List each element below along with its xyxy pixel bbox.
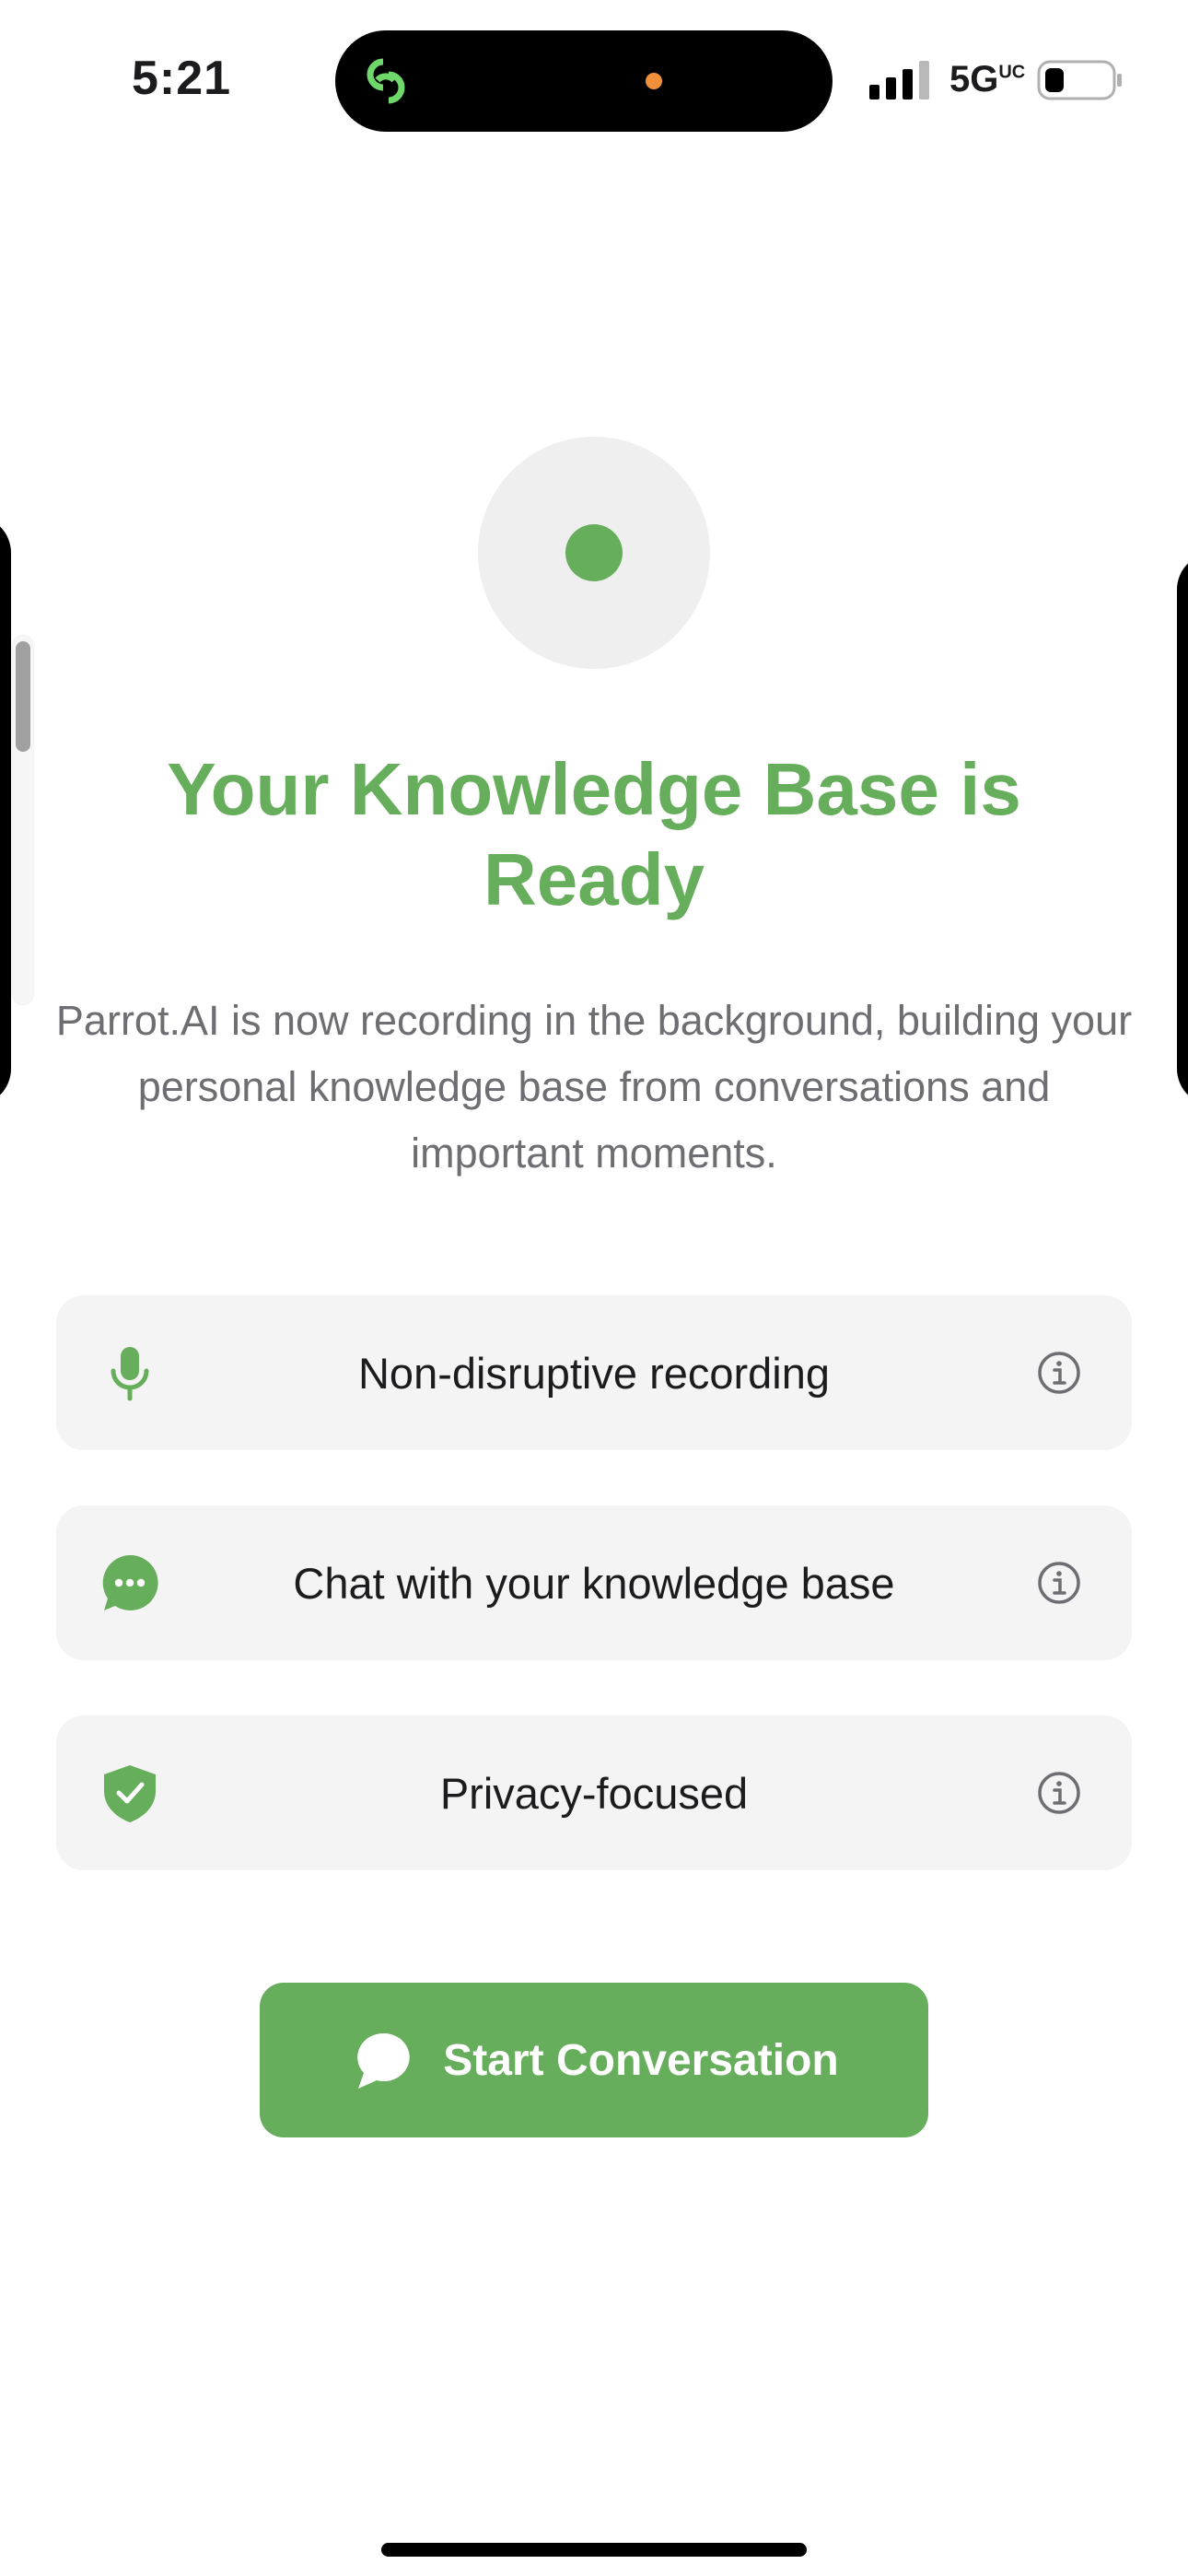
scrollbar-thumb[interactable] bbox=[16, 641, 30, 752]
feature-card-chat: Chat with your knowledge base bbox=[56, 1505, 1132, 1660]
feature-card-recording: Non-disruptive recording bbox=[56, 1295, 1132, 1450]
feature-label: Chat with your knowledge base bbox=[293, 1558, 895, 1608]
cellular-signal-icon bbox=[869, 61, 929, 100]
linked-rings-icon bbox=[367, 58, 405, 104]
edge-shadow-right bbox=[1177, 553, 1188, 1106]
recording-dot-icon bbox=[565, 524, 623, 581]
feature-label: Non-disruptive recording bbox=[357, 1348, 831, 1398]
info-icon[interactable] bbox=[1036, 1560, 1082, 1606]
recording-status-indicator bbox=[478, 437, 710, 669]
page-subtitle: Parrot.AI is now recording in the backgr… bbox=[55, 997, 1133, 1177]
page-title: Your Knowledge Base is Ready bbox=[167, 748, 1021, 920]
network-type: 5GUC bbox=[949, 59, 1025, 100]
start-conversation-button[interactable]: Start Conversation bbox=[260, 1983, 928, 2137]
chat-bubble-icon bbox=[357, 2032, 410, 2089]
scrollbar[interactable] bbox=[13, 636, 33, 1004]
edge-shadow-left bbox=[0, 516, 11, 1106]
battery-icon bbox=[1037, 60, 1122, 100]
home-indicator[interactable] bbox=[381, 2543, 807, 2557]
dynamic-island bbox=[335, 30, 833, 132]
info-icon[interactable] bbox=[1036, 1770, 1082, 1816]
start-conversation-label: Start Conversation bbox=[443, 2035, 839, 2085]
privacy-indicator-dot bbox=[646, 73, 662, 89]
info-icon[interactable] bbox=[1036, 1350, 1082, 1396]
network-label: 5G bbox=[949, 59, 999, 100]
feature-card-privacy: Privacy-focused bbox=[56, 1715, 1132, 1870]
status-time: 5:21 bbox=[132, 52, 232, 105]
feature-label: Privacy-focused bbox=[439, 1768, 749, 1818]
network-sup-label: UC bbox=[998, 62, 1026, 83]
